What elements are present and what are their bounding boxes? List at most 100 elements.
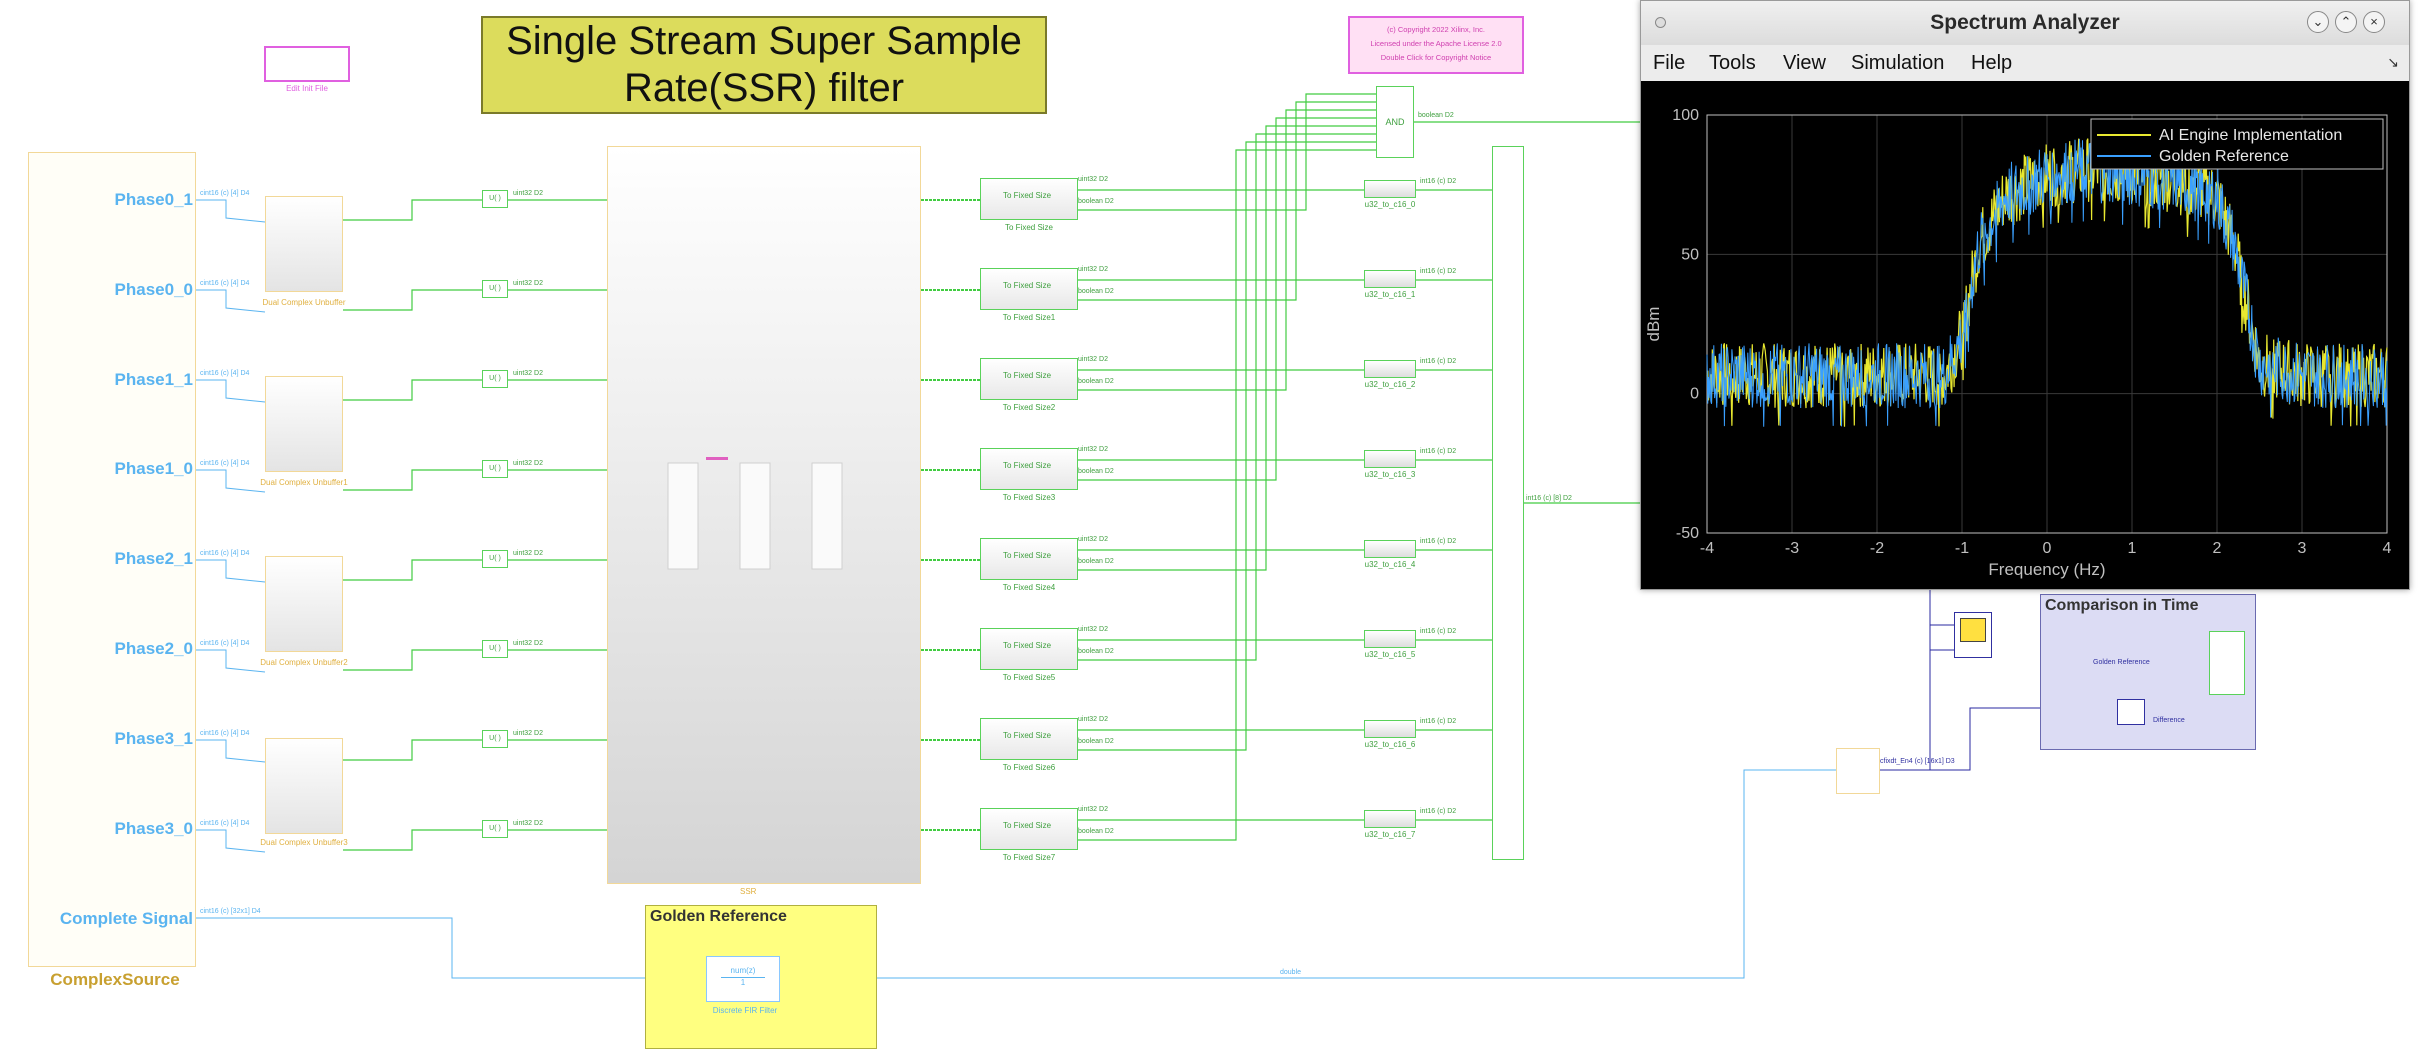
signal-label: int16 (c) D2 xyxy=(1420,178,1457,185)
to-fixed-size-text: To Fixed Size xyxy=(1003,641,1052,650)
conversion-block[interactable]: U( ) xyxy=(482,730,508,748)
to-fixed-size-block[interactable]: To Fixed Size xyxy=(980,448,1078,490)
port-phase1-1: Phase1_1 xyxy=(114,370,193,389)
to-fixed-size-label: To Fixed Size2 xyxy=(1002,403,1056,412)
vector-concatenate-block[interactable] xyxy=(1492,146,1524,860)
signal-label: uint32 D2 xyxy=(1078,446,1108,453)
port-phase3-0: Phase3_0 xyxy=(114,819,193,838)
to-fixed-size-block[interactable]: To Fixed Size xyxy=(980,808,1078,850)
u32-to-c16-block[interactable] xyxy=(1364,450,1416,468)
signal-label: uint32 D2 xyxy=(513,190,543,197)
copyright-notice[interactable]: (c) Copyright 2022 Xilinx, Inc. Licensed… xyxy=(1348,16,1524,74)
time-scope-block[interactable] xyxy=(2209,631,2245,695)
signal-label: boolean D2 xyxy=(1078,558,1114,565)
menu-view[interactable]: View xyxy=(1783,52,1826,75)
signal-label: uint32 D2 xyxy=(1078,176,1108,183)
dual-complex-unbuffer-block[interactable] xyxy=(265,556,343,652)
signal-label: int16 (c) D2 xyxy=(1420,808,1457,815)
u32-to-c16-label: u32_to_c16_1 xyxy=(1364,290,1416,299)
to-fixed-size-block[interactable]: To Fixed Size xyxy=(980,178,1078,220)
x-tick-label: 4 xyxy=(2383,540,2392,557)
conversion-block[interactable]: U( ) xyxy=(482,820,508,838)
to-fixed-size-block[interactable]: To Fixed Size xyxy=(980,718,1078,760)
signal-label: boolean D2 xyxy=(1078,828,1114,835)
golden-reference-area[interactable]: Golden Reference num(z) 1 Discrete FIR F… xyxy=(645,905,877,1049)
to-fixed-size-text: To Fixed Size xyxy=(1003,191,1052,200)
port-phase0-0: Phase0_0 xyxy=(114,280,193,299)
spectrum-analyzer-titlebar[interactable]: Spectrum Analyzer ⌄ ⌃ × xyxy=(1641,1,2409,45)
signal-label: int16 (c) D2 xyxy=(1420,628,1457,635)
difference-subtract-block[interactable] xyxy=(2117,699,2145,725)
to-fixed-size-block[interactable]: To Fixed Size xyxy=(980,628,1078,670)
u32-to-c16-label: u32_to_c16_3 xyxy=(1364,470,1416,479)
wire xyxy=(1078,93,1376,211)
signal-label: int16 (c) D2 xyxy=(1420,358,1457,365)
spectrum-chart: -4 -3 -2 -1 0 1 2 3 4 -50 0 50 100 Frequency (Hz) dBm A… xyxy=(1644,107,2392,579)
menu-file[interactable]: File xyxy=(1653,52,1685,75)
u32-to-c16-block[interactable] xyxy=(1364,630,1416,648)
menu-file-label: File xyxy=(1653,52,1686,74)
spectrum-plot-area[interactable]: -4 -3 -2 -1 0 1 2 3 4 -50 0 50 100 Frequency (Hz) dBm A… xyxy=(1641,81,2409,589)
u32-to-c16-block[interactable] xyxy=(1364,810,1416,828)
to-fixed-size-label: To Fixed Size5 xyxy=(1002,673,1056,682)
signal-label: cint16 (c) [4] D4 xyxy=(200,460,250,467)
u32-to-c16-label: u32_to_c16_4 xyxy=(1364,560,1416,569)
golden-reference-title: Golden Reference xyxy=(650,908,787,925)
spectrum-scope-icon xyxy=(1960,618,1986,642)
u32-to-c16-label: u32_to_c16_7 xyxy=(1364,830,1416,839)
port-phase1-0: Phase1_0 xyxy=(114,459,193,478)
u32-to-c16-block[interactable] xyxy=(1364,360,1416,378)
to-fixed-size-label: To Fixed Size4 xyxy=(1002,583,1056,592)
conversion-block[interactable]: U( ) xyxy=(482,190,508,208)
menu-tools[interactable]: Tools xyxy=(1709,52,1756,75)
signal-label: boolean D2 xyxy=(1418,112,1454,119)
wire xyxy=(1078,133,1376,661)
fir-transfer-function: num(z) xyxy=(730,966,756,975)
u32-to-c16-block[interactable] xyxy=(1364,180,1416,198)
u32-to-c16-block[interactable] xyxy=(1364,540,1416,558)
dual-complex-unbuffer-block[interactable] xyxy=(265,196,343,292)
discrete-fir-filter-block[interactable]: num(z) 1 xyxy=(706,956,780,1002)
conversion-block[interactable]: U( ) xyxy=(482,370,508,388)
ssr-subsystem[interactable] xyxy=(607,146,921,884)
u32-to-c16-block[interactable] xyxy=(1364,270,1416,288)
ssr-inner-diagram xyxy=(667,457,843,570)
conversion-block[interactable]: U( ) xyxy=(482,550,508,568)
maximize-icon[interactable]: ⌃ xyxy=(2335,11,2357,33)
signal-label: uint32 D2 xyxy=(513,820,543,827)
complex-source-title: ComplexSource xyxy=(50,970,180,989)
port-phase2-1: Phase2_1 xyxy=(114,549,193,568)
and-logic-block[interactable]: AND xyxy=(1376,86,1414,158)
to-fixed-size-block[interactable]: To Fixed Size xyxy=(980,538,1078,580)
signal-label: cint16 (c) [4] D4 xyxy=(200,280,250,287)
conversion-block[interactable]: U( ) xyxy=(482,460,508,478)
signal-label: int16 (c) D2 xyxy=(1420,538,1457,545)
menu-simulation[interactable]: Simulation xyxy=(1851,52,1944,75)
model-title-annotation[interactable]: Single Stream Super Sample Rate(SSR) fil… xyxy=(481,16,1047,114)
dock-icon[interactable]: ↘ xyxy=(2387,54,2399,71)
menu-view-label: View xyxy=(1783,52,1826,74)
menu-help[interactable]: Help xyxy=(1971,52,2012,75)
x-tick-label: -2 xyxy=(1870,540,1884,557)
signal-label: boolean D2 xyxy=(1078,648,1114,655)
conversion-block[interactable]: U( ) xyxy=(482,640,508,658)
comparison-in-time-area[interactable]: Comparison in Time Golden Reference Diff… xyxy=(2040,594,2256,750)
to-fixed-size-block[interactable]: To Fixed Size xyxy=(980,268,1078,310)
edit-init-file-button[interactable] xyxy=(264,46,350,82)
dual-complex-unbuffer-block[interactable] xyxy=(265,738,343,834)
signal-label: uint32 D2 xyxy=(1078,806,1108,813)
conversion-block[interactable]: U( ) xyxy=(482,280,508,298)
u32-to-c16-block[interactable] xyxy=(1364,720,1416,738)
dual-complex-unbuffer-block[interactable] xyxy=(265,376,343,472)
simulink-canvas[interactable]: Single Stream Super Sample Rate(SSR) fil… xyxy=(0,0,2419,1054)
to-fixed-size-block[interactable]: To Fixed Size xyxy=(980,358,1078,400)
cast-block[interactable] xyxy=(1836,748,1880,794)
spectrum-analyzer-window[interactable]: Spectrum Analyzer ⌄ ⌃ × File Tools View … xyxy=(1640,0,2410,590)
signal-label: cint16 (c) [4] D4 xyxy=(200,370,250,377)
signal-label: boolean D2 xyxy=(1078,468,1114,475)
to-fixed-size-text: To Fixed Size xyxy=(1003,461,1052,470)
minimize-icon[interactable]: ⌄ xyxy=(2307,11,2329,33)
close-icon[interactable]: × xyxy=(2363,11,2385,33)
signal-label: uint32 D2 xyxy=(513,640,543,647)
y-tick-label: -50 xyxy=(1676,525,1699,542)
